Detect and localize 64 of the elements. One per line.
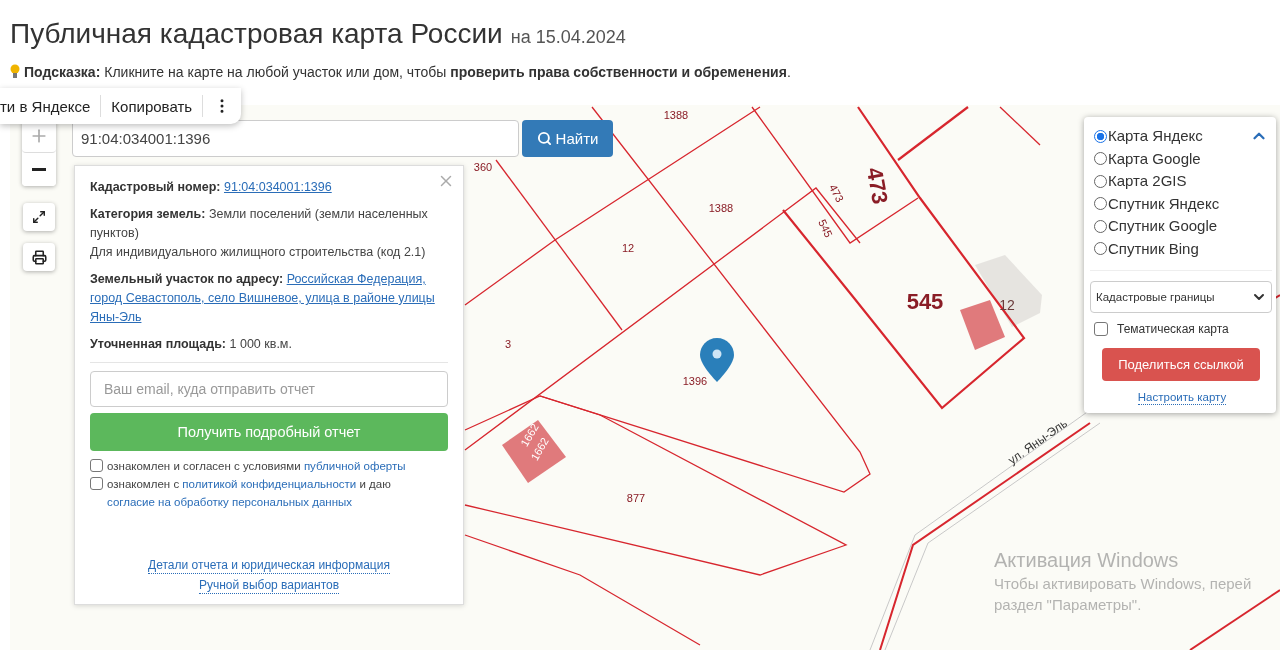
field-text: Категория земель: Земли поселений (земли населенных пунктов) [90, 206, 429, 242]
parcel-number: 12 [621, 242, 635, 254]
radio-button[interactable] [1094, 242, 1107, 256]
consent-checkbox[interactable] [90, 459, 103, 472]
parcel-number: 1388 [663, 109, 689, 121]
radio-button[interactable] [1094, 219, 1107, 233]
parcel-number: 1388 [708, 202, 734, 214]
print-button[interactable] [23, 243, 55, 271]
radio-button[interactable] [1094, 197, 1107, 211]
layer-select[interactable]: Кадастровые границы [1090, 281, 1272, 313]
lightbulb-icon [10, 64, 20, 80]
find-button[interactable]: Найти [522, 120, 613, 157]
page-title: Публичная кадастровая карта России [10, 18, 503, 50]
expand-icon [32, 210, 46, 224]
printer-icon [31, 249, 47, 265]
settings-link[interactable]: Настроить карту [1137, 391, 1227, 405]
building-number: 12 [999, 297, 1015, 313]
menu-item[interactable]: ти в Яндексе [0, 95, 102, 117]
hint-label: Подсказка: [24, 64, 101, 80]
footer-link[interactable]: Детали отчета и юридическая информация [148, 558, 390, 574]
map-type-option[interactable]: Карта 2GIS [1094, 170, 1270, 193]
map-type-option[interactable]: Спутник Bing [1094, 237, 1270, 260]
field-text: Уточненная площадь: 1 000 кв.м. [90, 336, 293, 353]
consent-checkbox[interactable] [90, 477, 103, 490]
map-type-option[interactable]: Спутник Google [1094, 215, 1270, 238]
zoom-out-button[interactable] [22, 153, 56, 186]
radio-button[interactable] [1094, 174, 1107, 188]
radio-button[interactable] [1094, 152, 1107, 166]
parcel-number: 877 [626, 492, 646, 504]
parcel-number: 473 [826, 182, 847, 205]
activation-text: раздел "Параметры". [994, 595, 1143, 615]
field-label: Кадастровый номер: [90, 180, 221, 194]
parcel-number: 545 [906, 289, 944, 314]
activation-title: Активация Windows [994, 548, 1180, 573]
hint-text: Кликните на карте на любой участок или дом, чтобы проверить права собственности и обременения. [104, 64, 791, 80]
search-field[interactable]: 91:04:034001:1396 [72, 120, 519, 157]
field-note: Для индивидуального жилищного строительства (код 2.1) [90, 244, 427, 261]
consent-text: ознакомлен и согласен с условиями публичной оферты [107, 459, 406, 474]
fullscreen-button[interactable] [23, 203, 55, 231]
search-icon [536, 131, 552, 146]
activation-text: Чтобы активировать Windows, перей [994, 574, 1252, 594]
radio-button[interactable] [1094, 129, 1107, 143]
map-type-option[interactable]: Карта Яндекс [1094, 125, 1270, 148]
parcel-number: 1396 [682, 375, 708, 387]
date-text: на 15.04.2024 [510, 27, 626, 48]
parcel-number: 473 [861, 165, 893, 206]
consent-link[interactable]: политикой конфиденциальности [182, 478, 357, 490]
checkbox-label: Тематическая карта [1117, 322, 1229, 336]
share-button[interactable]: Поделиться ссылкой [1102, 348, 1260, 381]
parcel-number: 360 [473, 161, 493, 173]
email-field[interactable]: Ваш email, куда отправить отчет [90, 371, 448, 407]
footer-link[interactable]: Ручной выбор вариантов [198, 578, 340, 594]
map-type-option[interactable]: Карта Google [1094, 147, 1270, 170]
menu-item[interactable]: Копировать [101, 95, 204, 117]
map-type-option[interactable]: Спутник Яндекс [1094, 192, 1270, 215]
consent-link[interactable]: согласие на обработку персональных данных [107, 496, 353, 508]
consent-link[interactable]: публичной оферты [303, 460, 406, 472]
field-text: Земельный участок по адресу: Российская Федерация, город Севастополь, село Вишневое, улица в районе улицы Яны-Эль [90, 271, 436, 326]
minus-icon [32, 168, 46, 171]
consent-text: ознакомлен с политикой конфиденциальности и даю согласие на обработку персональных данных [107, 477, 392, 510]
parcel-number: 3 [504, 338, 512, 350]
field-link[interactable]: 91:04:034001:1396 [224, 180, 332, 194]
thematic-checkbox[interactable] [1094, 322, 1108, 336]
parcel-number: 545 [816, 217, 835, 240]
